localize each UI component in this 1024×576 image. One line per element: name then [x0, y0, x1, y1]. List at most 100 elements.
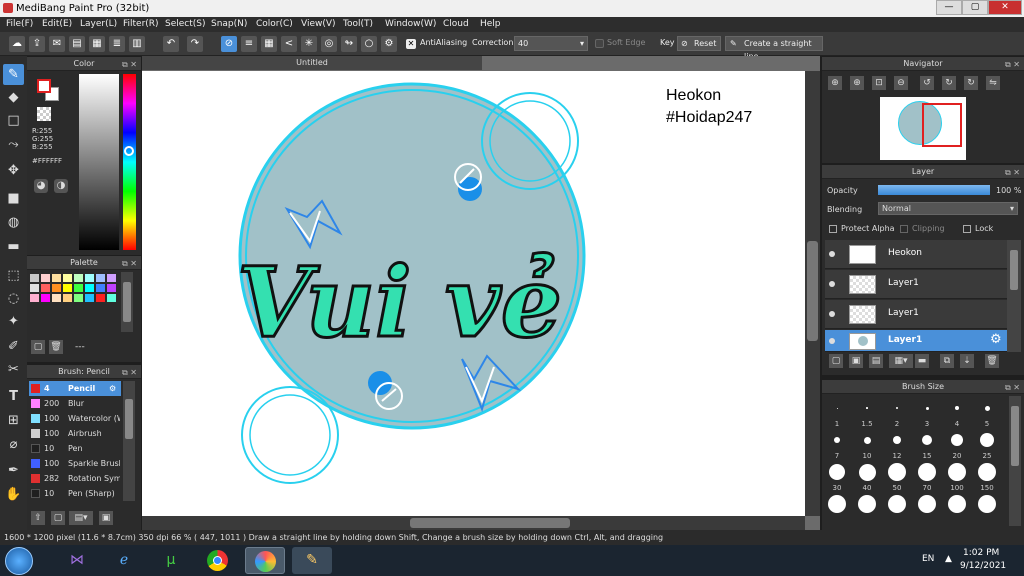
panel-expand-icon[interactable]: ⧉ ✕: [1005, 58, 1020, 72]
visibility-icon[interactable]: [829, 311, 835, 317]
rectangle-select-icon[interactable]: □: [3, 110, 24, 131]
horizontal-scrollbar[interactable]: [142, 516, 805, 530]
palette-icon[interactable]: ◕: [34, 179, 48, 193]
palette-swatch[interactable]: [30, 274, 39, 282]
circle-snap-icon[interactable]: ◎: [321, 36, 337, 52]
snap-settings-icon[interactable]: ⚙: [381, 36, 397, 52]
palette-swatch[interactable]: [41, 274, 50, 282]
brush-size-cell[interactable]: 1.5: [852, 396, 882, 428]
folder-icon[interactable]: ▬: [915, 354, 929, 368]
foreground-color-swatch[interactable]: [37, 79, 51, 93]
panel-expand-icon[interactable]: ⧉ ✕: [122, 257, 137, 271]
brush-size-cell[interactable]: 5: [972, 396, 1002, 428]
rotate-left-icon[interactable]: ↺: [920, 76, 934, 90]
saturation-value-picker[interactable]: [79, 74, 119, 250]
eyedropper-icon[interactable]: ⌀: [3, 434, 24, 455]
palette-swatch[interactable]: [52, 294, 61, 302]
rotate-reset-icon[interactable]: ↻: [942, 76, 956, 90]
paint-icon[interactable]: ✎: [292, 547, 332, 574]
palette-swatch[interactable]: [107, 274, 116, 282]
brush-item-sparkle[interactable]: 100 Sparkle Brush: [29, 456, 121, 471]
parallel-snap-icon[interactable]: ≡: [241, 36, 257, 52]
zoom-out-icon[interactable]: ⊡: [872, 76, 886, 90]
new-halftone-layer-icon[interactable]: ▣: [849, 354, 863, 368]
language-indicator[interactable]: EN: [922, 554, 934, 564]
brush-size-cell[interactable]: [822, 492, 852, 522]
brush-size-cell[interactable]: 50: [882, 460, 912, 492]
fill-tool-icon[interactable]: ◍: [3, 212, 24, 233]
brush-size-cell[interactable]: 10: [852, 428, 882, 460]
brush-item-airbrush[interactable]: 100 Airbrush: [29, 426, 121, 441]
palette-swatch[interactable]: [107, 294, 116, 302]
minimize-button[interactable]: —: [936, 0, 962, 15]
add-brush-icon[interactable]: ⇧: [31, 511, 45, 525]
delete-layer-icon[interactable]: 🗑: [985, 354, 999, 368]
opacity-slider[interactable]: [878, 185, 990, 195]
move-tool-icon[interactable]: ✥: [3, 160, 24, 181]
brush-item-pencil[interactable]: 4 Pencil ⚙: [29, 381, 121, 396]
magic-wand-icon[interactable]: ✦: [3, 311, 24, 332]
brush-size-cell[interactable]: 1: [822, 396, 852, 428]
zoom-in-icon[interactable]: ⊕: [828, 76, 842, 90]
palette-swatch[interactable]: [85, 284, 94, 292]
redo-icon[interactable]: ↷: [187, 36, 203, 52]
brush-size-cell[interactable]: [942, 492, 972, 522]
brush-item-rotation-symmetry[interactable]: 282 Rotation Sym: [29, 471, 121, 486]
palette-swatch[interactable]: [85, 294, 94, 302]
layer-item-heokon[interactable]: Heokon: [825, 240, 1007, 269]
layer-menu-icon[interactable]: ▦▾: [889, 354, 913, 368]
brush-size-scrollbar[interactable]: [1009, 396, 1021, 526]
grid-snap-icon[interactable]: ▦: [261, 36, 277, 52]
palette-swatch[interactable]: [96, 284, 105, 292]
menu-file[interactable]: File(F): [6, 19, 33, 29]
horizontal-scroll-thumb[interactable]: [410, 518, 570, 528]
reset-button[interactable]: ⊘ Reset: [677, 36, 721, 51]
palette-swatch[interactable]: [74, 284, 83, 292]
menu-view[interactable]: View(V): [301, 19, 336, 29]
panel-expand-icon[interactable]: ⧉ ✕: [1005, 166, 1020, 180]
palette-scrollbar[interactable]: [121, 272, 133, 332]
brush-size-cell[interactable]: 2: [882, 396, 912, 428]
navigator-viewport[interactable]: [922, 103, 962, 147]
color-settings-icon[interactable]: ◑: [54, 179, 68, 193]
grid-icon[interactable]: ▥: [129, 36, 145, 52]
panel-divide-icon[interactable]: ⊞: [3, 410, 24, 431]
palette-swatch[interactable]: [52, 284, 61, 292]
palette-swatch[interactable]: [63, 284, 72, 292]
blending-select[interactable]: Normal ▾: [878, 202, 1018, 215]
protect-alpha-checkbox[interactable]: [829, 225, 837, 233]
visibility-icon[interactable]: [829, 251, 835, 257]
brush-size-cell[interactable]: 20: [942, 428, 972, 460]
menu-color[interactable]: Color(C): [256, 19, 293, 29]
menu-select[interactable]: Select(S): [165, 19, 206, 29]
chrome-icon[interactable]: [198, 547, 238, 574]
close-button[interactable]: ✕: [988, 0, 1022, 15]
palette-swatch[interactable]: [41, 284, 50, 292]
gear-icon[interactable]: ⚙: [109, 381, 116, 396]
delete-palette-icon[interactable]: 🗑: [49, 340, 63, 354]
share-icon[interactable]: ⇪: [29, 36, 45, 52]
straight-line-button[interactable]: ✎ Create a straight line: [725, 36, 823, 61]
visual-studio-icon[interactable]: ⋈: [57, 547, 97, 574]
brush-tool-icon[interactable]: ✎: [3, 64, 24, 85]
new-8bit-layer-icon[interactable]: ▤: [869, 354, 883, 368]
palette-swatch[interactable]: [41, 294, 50, 302]
pen-tool-icon[interactable]: ✒: [3, 460, 24, 481]
brush-size-cell[interactable]: 150: [972, 460, 1002, 492]
document-icon[interactable]: ▦: [89, 36, 105, 52]
layer-scrollbar[interactable]: [1007, 240, 1021, 352]
palette-swatch[interactable]: [30, 294, 39, 302]
undo-icon[interactable]: ↶: [163, 36, 179, 52]
hue-slider-handle[interactable]: [124, 146, 134, 156]
soft-edge-checkbox[interactable]: [595, 39, 604, 48]
visibility-icon[interactable]: [829, 281, 835, 287]
merge-layer-icon[interactable]: ⇣: [960, 354, 974, 368]
brush-size-cell[interactable]: 100: [942, 460, 972, 492]
palette-swatch[interactable]: [107, 284, 116, 292]
lasso-select-icon[interactable]: ◌: [3, 288, 24, 309]
layer-item-layer1[interactable]: Layer1: [825, 300, 1007, 329]
brush-size-cell[interactable]: 30: [822, 460, 852, 492]
select-eraser-icon[interactable]: ✂: [3, 359, 24, 380]
brush-properties-icon[interactable]: ▣: [99, 511, 113, 525]
settings-doc-icon[interactable]: ≣: [109, 36, 125, 52]
